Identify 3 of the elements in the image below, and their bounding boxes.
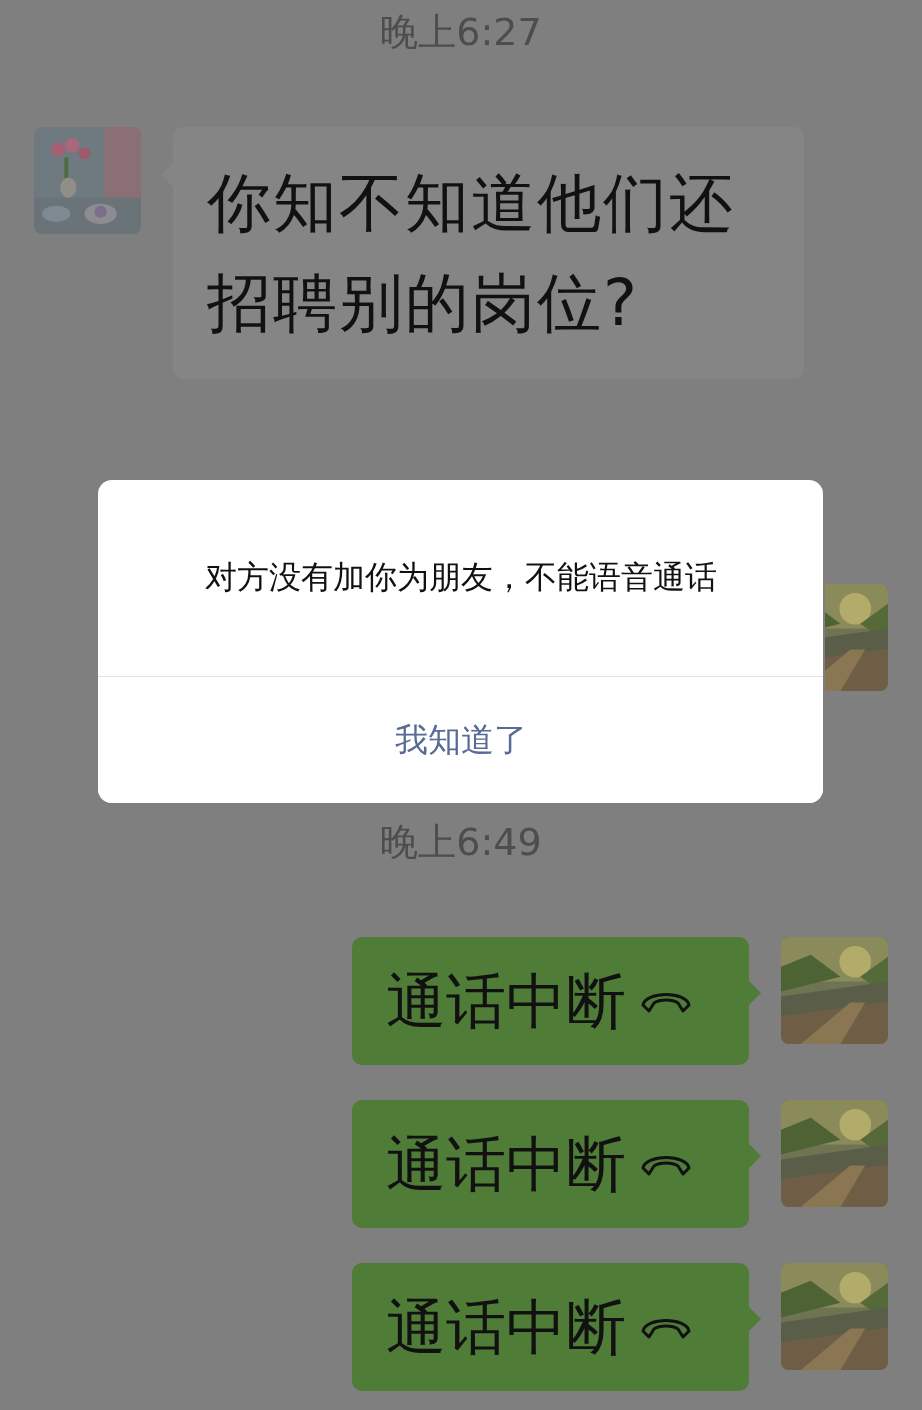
call-status-text: 通话中断 [386,1129,626,1199]
call-status-text: 通话中断 [386,966,626,1036]
call-status-text: 通话中断 [386,1292,626,1362]
